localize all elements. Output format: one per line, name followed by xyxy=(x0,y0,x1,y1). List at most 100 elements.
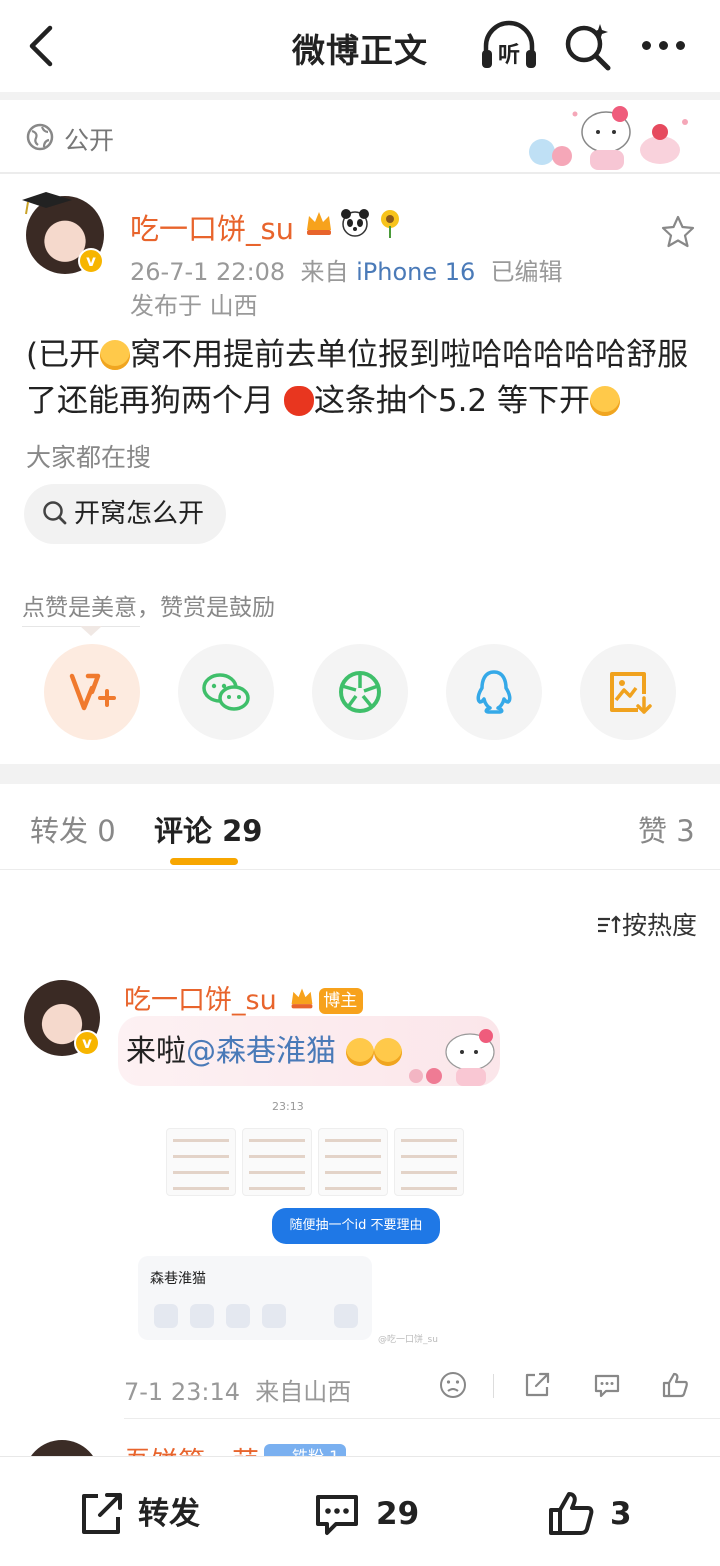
top-nav-bar: 微博正文 听 xyxy=(0,0,720,92)
comment-text-prefix: 来啦 xyxy=(126,1034,186,1069)
share-qq-button[interactable] xyxy=(446,644,542,740)
edited-label[interactable]: 已编辑 xyxy=(491,258,563,286)
tab-comment-label: 评论 xyxy=(154,814,213,848)
headphones-listen-icon[interactable]: 听 xyxy=(478,18,540,72)
qq-penguin-icon xyxy=(476,670,512,714)
verified-badge-icon: v xyxy=(74,1030,100,1056)
weibo-post: v 吃一口饼_su 26-7-1 22:08 来自 iPhone 16 已编辑 … xyxy=(0,174,720,764)
tab-like-label: 赞 xyxy=(638,814,668,848)
repost-icon xyxy=(82,1493,122,1534)
author-name[interactable]: 吃一口饼_su xyxy=(130,206,294,248)
image-card xyxy=(166,1128,236,1196)
favorite-star-icon[interactable] xyxy=(660,214,696,250)
image-watermark: @吃一口饼_su xyxy=(378,1335,438,1345)
share-wechat-button[interactable] xyxy=(178,644,274,740)
verified-badge-icon: v xyxy=(78,248,104,274)
reward-tip: 点赞是美意，赞赏是鼓励 xyxy=(22,595,275,621)
trending-search-chip[interactable]: 开窝怎么开 xyxy=(24,484,227,544)
comment-location: 来自山西 xyxy=(255,1378,352,1406)
panda-icon xyxy=(341,209,369,237)
sort-icon xyxy=(598,915,621,933)
sort-by-hot-button[interactable]: 按热度 xyxy=(596,906,697,942)
more-options-icon[interactable] xyxy=(638,28,694,64)
wechat-icon xyxy=(202,673,250,711)
bookmark-icon xyxy=(226,1304,250,1328)
emoji-reaction-icon[interactable] xyxy=(438,1370,468,1400)
tab-repost[interactable]: 转发 0 xyxy=(30,808,116,850)
repost-button[interactable]: 转发 xyxy=(76,1489,216,1539)
post-location: 发布于 山西 xyxy=(130,292,258,320)
copy-icon xyxy=(154,1304,178,1328)
device-name[interactable]: iPhone 16 xyxy=(356,258,475,286)
laughing-emoji-icon xyxy=(373,1038,402,1066)
repost-comment-icon[interactable] xyxy=(522,1370,552,1400)
divider xyxy=(0,764,720,784)
tab-repost-label: 转发 xyxy=(30,814,89,848)
image-card xyxy=(242,1128,312,1196)
save-image-button[interactable] xyxy=(580,644,676,740)
share-icon xyxy=(262,1304,286,1328)
divider xyxy=(493,1374,494,1398)
reward-button[interactable] xyxy=(44,644,140,740)
sort-label: 按热度 xyxy=(622,911,698,940)
divider xyxy=(124,1418,720,1419)
post-text-part-1: (已开 xyxy=(26,337,101,373)
tab-likes[interactable]: 赞 3 xyxy=(638,808,695,850)
crying-face-emoji-icon xyxy=(100,340,131,370)
image-time: 23:13 xyxy=(272,1100,304,1113)
commenter-name[interactable]: 吃一口饼_su 博主 xyxy=(124,978,364,1017)
post-text-part-3: 这条抽个5.2 等下开 xyxy=(313,383,591,419)
refresh-icon xyxy=(334,1304,358,1328)
vip-crown-icon xyxy=(291,988,313,1009)
visibility-row: 公开 xyxy=(0,100,720,174)
interaction-tabs: 转发 0 评论 29 赞 3 xyxy=(0,784,720,870)
image-reply-card: 森巷淮猫 xyxy=(138,1256,372,1340)
search-icon xyxy=(43,501,67,525)
post-text: (已开 窝不用提前去单位报到啦哈哈哈哈哈舒服了还能再狗两个月 这条抽个5.2 等下… xyxy=(26,332,698,424)
hello-kitty-decoration-icon xyxy=(529,106,688,170)
repost-button-label: 转发 xyxy=(138,1496,200,1532)
commenter-name-label: 吃一口饼_su xyxy=(124,985,277,1016)
tab-repost-count: 0 xyxy=(97,814,116,848)
chick-emoji-icon xyxy=(590,386,621,416)
source-prefix: 来自 xyxy=(300,258,349,286)
tab-comments[interactable]: 评论 29 xyxy=(154,808,262,850)
comment-icon xyxy=(316,1495,358,1535)
like-button[interactable]: 3 xyxy=(546,1489,646,1539)
comment-meta: 7-1 23:14 来自山西 xyxy=(124,1372,351,1407)
vip-crown-icon xyxy=(307,212,331,235)
moments-aperture-icon xyxy=(339,671,381,713)
hello-kitty-bubble-icon xyxy=(409,1029,495,1086)
listen-label: 听 xyxy=(498,43,520,68)
comment-time: 7-1 23:14 xyxy=(124,1378,240,1406)
author-badge: 博主 xyxy=(319,988,364,1014)
apple-emoji-icon xyxy=(283,386,314,416)
post-time: 26-7-1 22:08 xyxy=(130,258,286,286)
like-comment-icon[interactable] xyxy=(660,1370,690,1400)
like-count: 3 xyxy=(610,1496,632,1532)
image-card xyxy=(318,1128,388,1196)
visibility-label: 公开 xyxy=(64,126,115,155)
mention-link[interactable]: @森巷淮猫 xyxy=(186,1034,336,1069)
trending-chip-label: 开窝怎么开 xyxy=(74,499,205,529)
graduation-cap-icon xyxy=(22,192,72,215)
share-moments-button[interactable] xyxy=(312,644,408,740)
laughing-emoji-icon xyxy=(345,1038,374,1066)
comment-button[interactable]: 29 xyxy=(312,1489,432,1539)
globe-icon xyxy=(26,123,54,151)
save-image-icon xyxy=(610,672,652,714)
reply-comment-icon[interactable] xyxy=(592,1370,622,1400)
trending-label: 大家都在搜 xyxy=(26,443,152,472)
tip-arrow xyxy=(80,626,102,636)
comment-text: 来啦@森巷淮猫 xyxy=(126,1026,402,1070)
comment-count: 29 xyxy=(376,1496,420,1532)
tab-like-count: 3 xyxy=(676,814,695,848)
commenter-avatar[interactable]: v xyxy=(24,980,100,1056)
thumbs-up-icon xyxy=(549,1492,594,1535)
speaker-icon xyxy=(190,1304,214,1328)
ai-search-icon[interactable] xyxy=(562,20,614,72)
reward-v-plus-icon xyxy=(69,673,116,711)
comment-image[interactable]: 23:13 随便抽一个id 不要理由 森巷淮猫 @吃一口饼_su xyxy=(130,1096,465,1346)
tab-comment-count: 29 xyxy=(222,814,263,848)
divider xyxy=(0,92,720,100)
